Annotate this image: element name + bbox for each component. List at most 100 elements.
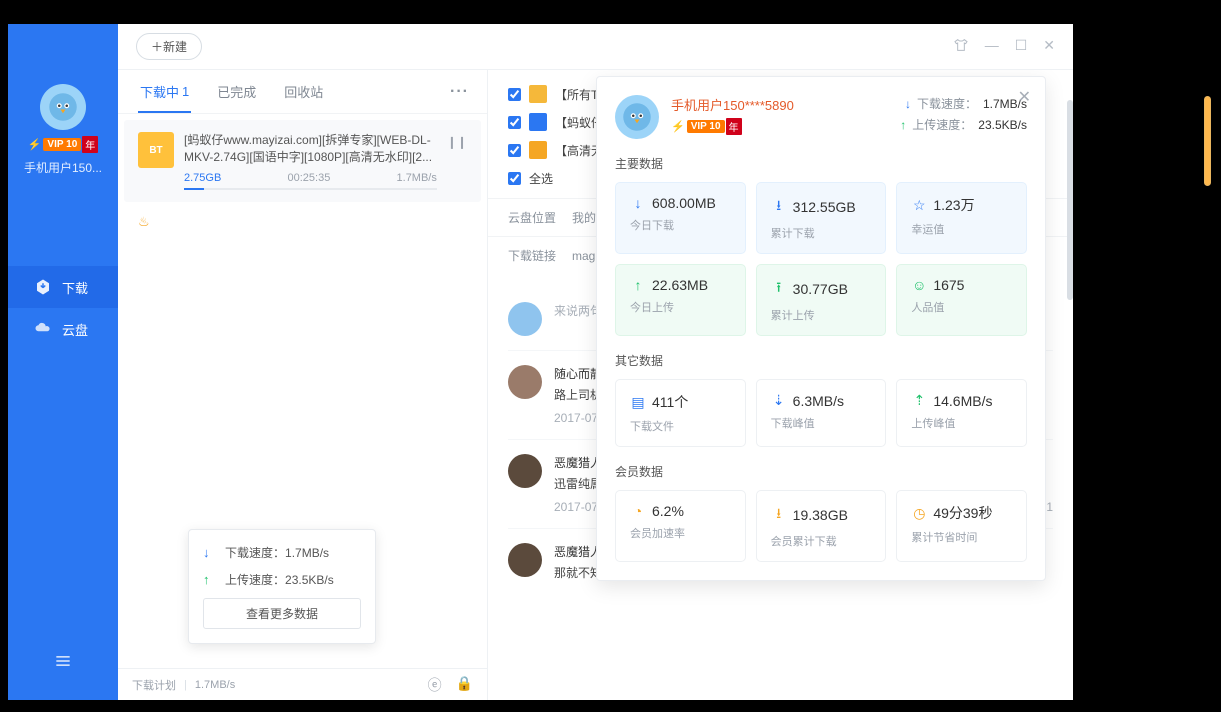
nav-download[interactable]: 下载 <box>8 266 118 308</box>
sidebar: ⚡ VIP 10 年 手机用户150... 下载 云盘 <box>8 24 118 700</box>
user-avatar <box>40 84 86 130</box>
checkbox[interactable] <box>508 88 521 101</box>
prompt-text: 来说两句 <box>554 304 602 318</box>
dl-speed-label: 下载速度： <box>225 544 285 561</box>
stat-value: 14.6MB/s <box>933 393 992 409</box>
stat-card: ⭳312.55GB累计下载 <box>756 182 887 254</box>
task-body: [蚂蚁仔www.mayizai.com][拆弹专家][WEB-DL-MKV-2.… <box>184 132 437 190</box>
like-count: 1 <box>1046 500 1053 514</box>
section-main-label: 主要数据 <box>615 155 1027 172</box>
tab-recycle[interactable]: 回收站 <box>270 70 337 113</box>
statusbar-speed: 1.7MB/s <box>195 679 235 691</box>
app-window: ⚡ VIP 10 年 手机用户150... 下载 云盘 ＋新建 <box>8 24 1073 700</box>
stat-card: ◔6.2%会员加速率 <box>615 490 746 562</box>
stat-icon: ↓ <box>630 195 646 211</box>
checkbox[interactable] <box>508 116 521 129</box>
stat-label: 会员加速率 <box>630 525 731 541</box>
stat-value: 30.77GB <box>793 281 848 297</box>
stat-label: 幸运值 <box>911 221 1012 237</box>
nav: 下载 云盘 <box>8 266 118 350</box>
stat-value: 1675 <box>933 277 964 293</box>
window-controls: — ☐ ✕ <box>953 37 1055 56</box>
stat-card: ▤411个下载文件 <box>615 379 746 447</box>
tab-downloading-label: 下载中 <box>140 82 179 101</box>
tab-more[interactable]: ··· <box>440 83 479 101</box>
hamburger-menu[interactable] <box>53 651 73 676</box>
browser-icon[interactable]: ⓔ <box>428 675 442 695</box>
section-vip-label: 会员数据 <box>615 463 1027 480</box>
avatar <box>508 302 542 336</box>
arrow-up-icon: ↑ <box>203 572 217 587</box>
stat-icon: ◷ <box>911 505 927 522</box>
stat-value: 22.63MB <box>652 277 708 293</box>
main: ＋新建 — ☐ ✕ 下载中 1 已完成 回收站 ··· <box>118 24 1073 700</box>
topbar: ＋新建 — ☐ ✕ <box>118 24 1073 70</box>
stat-icon: ⭳ <box>771 195 787 219</box>
select-all-checkbox[interactable] <box>508 172 521 185</box>
tab-downloading-count: 1 <box>182 84 189 99</box>
skin-icon[interactable] <box>953 37 969 56</box>
tab-finished[interactable]: 已完成 <box>203 70 270 113</box>
stats-username: 手机用户150****5890 <box>671 95 888 114</box>
stat-label: 人品值 <box>911 299 1012 315</box>
stat-value: 6.3MB/s <box>793 393 844 409</box>
stat-card: ☆1.23万幸运值 <box>896 182 1027 254</box>
tab-downloading[interactable]: 下载中 1 <box>126 70 203 113</box>
nav-cloud-label: 云盘 <box>62 320 88 339</box>
stat-card: ↑22.63MB今日上传 <box>615 264 746 336</box>
side-handle[interactable] <box>1204 96 1211 186</box>
dl-link-label: 下载链接 <box>508 249 556 263</box>
bt-file-icon: BT <box>138 132 174 168</box>
stats-avatar <box>615 95 659 139</box>
stat-label: 下载文件 <box>630 418 731 434</box>
view-more-data-button[interactable]: 查看更多数据 <box>203 598 361 629</box>
nav-cloud[interactable]: 云盘 <box>8 308 118 350</box>
statusbar: 下载计划 | 1.7MB/s ⓔ 🔒 <box>118 668 487 700</box>
stat-label: 会员累计下载 <box>771 533 872 549</box>
folder-icon <box>529 141 547 159</box>
stats-close-button[interactable]: ✕ <box>1018 87 1031 107</box>
stat-label: 上传峰值 <box>911 415 1012 431</box>
minimize-button[interactable]: — <box>985 37 999 56</box>
nav-download-label: 下载 <box>62 278 88 297</box>
video-icon <box>529 113 547 131</box>
right-panel: 【所有TV 【蚂蚁仔 【高清无 全选 云盘位置我的云 下载链接magne 来说两… <box>488 70 1073 700</box>
stat-icon: ☆ <box>911 197 927 214</box>
stat-label: 下载峰值 <box>771 415 872 431</box>
stat-label: 今日下载 <box>630 217 731 233</box>
username: 手机用户150... <box>24 159 102 176</box>
pause-button[interactable]: ❙❙ <box>447 132 467 190</box>
download-task[interactable]: BT [蚂蚁仔www.mayizai.com][拆弹专家][WEB-DL-MKV… <box>124 120 481 202</box>
arrow-down-icon: ↓ <box>203 545 217 560</box>
stat-icon: ⭱ <box>771 277 787 301</box>
maximize-button[interactable]: ☐ <box>1015 37 1028 56</box>
stat-label: 累计上传 <box>771 307 872 323</box>
comment-time: 2017-07- <box>554 411 602 425</box>
download-panel: 下载中 1 已完成 回收站 ··· BT [蚂蚁仔www.mayizai.com… <box>118 70 488 700</box>
vip-badge: ⚡ VIP 10 年 <box>671 118 742 135</box>
stat-card: ⇣ 6.3MB/s 下载峰值 <box>756 379 887 447</box>
task-speed: 1.7MB/s <box>397 172 437 184</box>
cloud-icon <box>34 320 52 338</box>
plan-label[interactable]: 下载计划 <box>132 677 176 693</box>
checkbox[interactable] <box>508 144 521 157</box>
other-stats-grid: ▤411个下载文件 ⇣ 6.3MB/s 下载峰值 ⇡ 14.6MB/s 上传峰值 <box>615 379 1027 447</box>
scrollbar-thumb[interactable] <box>1067 100 1073 300</box>
stats-ul-label: 上传速度： <box>912 116 972 133</box>
stat-card: ◷ 49分39秒累计节省时间 <box>896 490 1027 562</box>
stat-value: 49分39秒 <box>933 503 992 523</box>
stat-label: 累计节省时间 <box>911 529 1012 545</box>
ul-speed-label: 上传速度： <box>225 571 285 588</box>
stat-icon: ⇣ <box>771 392 787 409</box>
avatar <box>508 454 542 488</box>
lock-icon[interactable]: 🔒 <box>456 675 473 695</box>
close-button[interactable]: ✕ <box>1043 37 1055 56</box>
stat-icon: ⇡ <box>911 392 927 409</box>
stat-value: 312.55GB <box>793 199 856 215</box>
select-all-label: 全选 <box>529 170 553 187</box>
avatar <box>508 365 542 399</box>
new-button[interactable]: ＋新建 <box>136 33 202 60</box>
user-block[interactable]: ⚡ VIP 10 年 手机用户150... <box>24 84 102 176</box>
task-progress <box>184 188 437 190</box>
stat-card: ☺1675人品值 <box>896 264 1027 336</box>
